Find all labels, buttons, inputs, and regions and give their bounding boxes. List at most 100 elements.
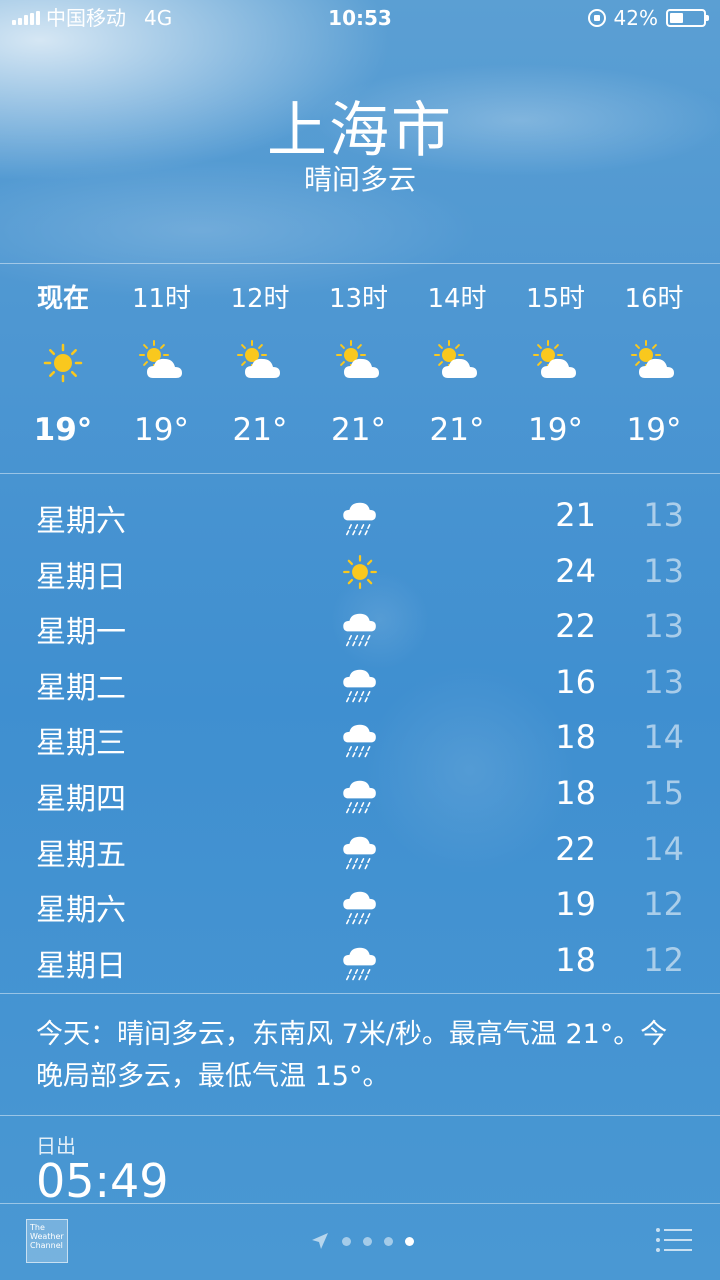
- hourly-temperature: 19°: [626, 412, 682, 448]
- rain-icon: [343, 725, 376, 758]
- hourly-temperature: 21°: [232, 412, 288, 448]
- battery-percent: 42%: [613, 6, 658, 30]
- daily-high-temp: 18: [555, 940, 596, 979]
- daily-icon-wrap: [338, 661, 382, 705]
- partly-cloudy-icon: [434, 340, 477, 378]
- daily-icon-wrap: [338, 550, 382, 594]
- rain-icon: [343, 780, 376, 814]
- page-dot[interactable]: [405, 1236, 414, 1246]
- daily-row: 星期六 19 12: [0, 879, 720, 935]
- rain-icon: [343, 891, 376, 925]
- daily-day-name: 星期六: [36, 504, 126, 539]
- daily-low-temp: 12: [643, 940, 684, 979]
- bottom-bar: The Weather Channel: [0, 1205, 720, 1280]
- sunrise-time: 05:49: [36, 1154, 169, 1208]
- daily-low-temp: 15: [643, 774, 684, 812]
- daily-row: 星期一 22 13: [0, 601, 720, 657]
- partly-cloudy-icon: [237, 340, 280, 378]
- hourly-forecast[interactable]: 现在 19° 11时 19° 12时 21° 13时 21° 14时 21° 15时 19° 16时 19…: [0, 264, 720, 472]
- hourly-bottom-divider: [0, 473, 720, 474]
- location-arrow-icon: [312, 1233, 328, 1249]
- current-condition: 晴间多云: [303, 163, 416, 196]
- battery-icon: [666, 9, 709, 27]
- weather-channel-logo[interactable]: The Weather Channel: [26, 1219, 68, 1263]
- today-summary: 今天：晴间多云，东南风 7米/秒。最高气温 21°。今晚局部多云，最低气温 15…: [36, 1019, 668, 1092]
- rain-icon: [343, 836, 376, 869]
- daily-low-temp: 14: [643, 829, 684, 868]
- hourly-time-label: 12时: [230, 284, 290, 314]
- daily-high-temp: 18: [555, 774, 596, 812]
- hourly-temperature: 21°: [331, 412, 386, 448]
- daily-row: 星期二 16 13: [0, 657, 720, 713]
- daily-icon-wrap: [338, 772, 382, 816]
- partly-cloudy-icon: [532, 340, 576, 378]
- daily-high-temp: 19: [555, 885, 596, 924]
- sun-icon: [343, 554, 377, 589]
- daily-row: 星期四 18 15: [0, 768, 720, 824]
- daily-low-temp: 13: [643, 607, 684, 646]
- daily-low-temp: 13: [643, 496, 684, 534]
- hourly-time-label: 现在: [36, 284, 89, 314]
- daily-low-temp: 13: [643, 551, 684, 590]
- hourly-icon-wrap: [531, 338, 581, 388]
- battery-fill: [670, 13, 684, 23]
- hourly-icon-wrap: [629, 338, 679, 388]
- hourly-time-label: 13时: [328, 284, 389, 314]
- daily-row: 星期日 24 13: [0, 546, 720, 602]
- city-name: 上海市: [267, 96, 453, 166]
- daily-icon-wrap: [338, 828, 382, 872]
- rotation-lock-icon: [587, 9, 606, 27]
- hourly-icon-wrap: [432, 338, 482, 388]
- partly-cloudy-icon: [335, 340, 379, 378]
- rain-icon: [343, 502, 376, 536]
- status-bar: 中国移动 4G 10:53 42%: [0, 0, 720, 36]
- daily-low-temp: 12: [643, 885, 684, 924]
- hourly-icon-wrap: [38, 338, 88, 388]
- page-dot[interactable]: [363, 1236, 372, 1246]
- daily-day-name: 星期日: [36, 948, 126, 984]
- page-dot[interactable]: [342, 1236, 351, 1246]
- daily-icon-wrap: [338, 716, 382, 760]
- daily-day-name: 星期六: [36, 893, 126, 929]
- daily-row: 星期五 22 14: [0, 824, 720, 880]
- daily-day-name: 星期日: [36, 559, 126, 595]
- daily-day-name: 星期三: [36, 726, 126, 762]
- daily-day-name: 星期五: [36, 837, 126, 873]
- daily-low-temp: 13: [643, 662, 684, 701]
- partly-cloudy-icon: [631, 340, 674, 378]
- daily-day-name: 星期一: [36, 615, 126, 651]
- daily-icon-wrap: [338, 939, 382, 983]
- daily-low-temp: 14: [643, 718, 684, 757]
- hourly-icon-wrap: [235, 338, 285, 388]
- city-list-icon[interactable]: [656, 1227, 692, 1253]
- daily-high-temp: 24: [555, 551, 596, 590]
- rain-icon: [343, 947, 376, 981]
- hourly-time-label: 16时: [624, 284, 684, 314]
- hourly-time-label: 14时: [427, 284, 487, 314]
- daily-row: 星期日 18 12: [0, 935, 720, 991]
- hourly-temperature: 19°: [528, 412, 583, 448]
- rain-icon: [343, 613, 376, 647]
- daily-high-temp: 18: [555, 718, 596, 757]
- hourly-icon-wrap: [137, 338, 187, 388]
- sun-icon: [43, 343, 83, 383]
- hourly-temperature: 19°: [134, 412, 189, 448]
- daily-high-temp: 22: [555, 829, 596, 868]
- daily-high-temp: 16: [555, 662, 596, 701]
- hourly-temperature: 19°: [33, 412, 93, 448]
- daily-high-temp: 22: [555, 607, 596, 646]
- daily-icon-wrap: [338, 883, 382, 927]
- daily-row: 星期六 21 13: [0, 490, 720, 546]
- page-indicator[interactable]: [310, 1231, 414, 1251]
- daily-row: 星期三 18 14: [0, 712, 720, 768]
- summary-top-divider: [0, 993, 720, 994]
- page-dot[interactable]: [384, 1236, 393, 1246]
- hourly-temperature: 21°: [429, 412, 485, 448]
- hourly-time-label: 15时: [525, 284, 586, 314]
- daily-icon-wrap: [338, 494, 382, 538]
- rain-icon: [343, 669, 376, 703]
- bottom-bar-divider: [0, 1203, 720, 1204]
- daily-high-temp: 21: [555, 496, 596, 534]
- hourly-time-label: 11时: [131, 284, 192, 314]
- status-bar-right: 42%: [587, 0, 709, 36]
